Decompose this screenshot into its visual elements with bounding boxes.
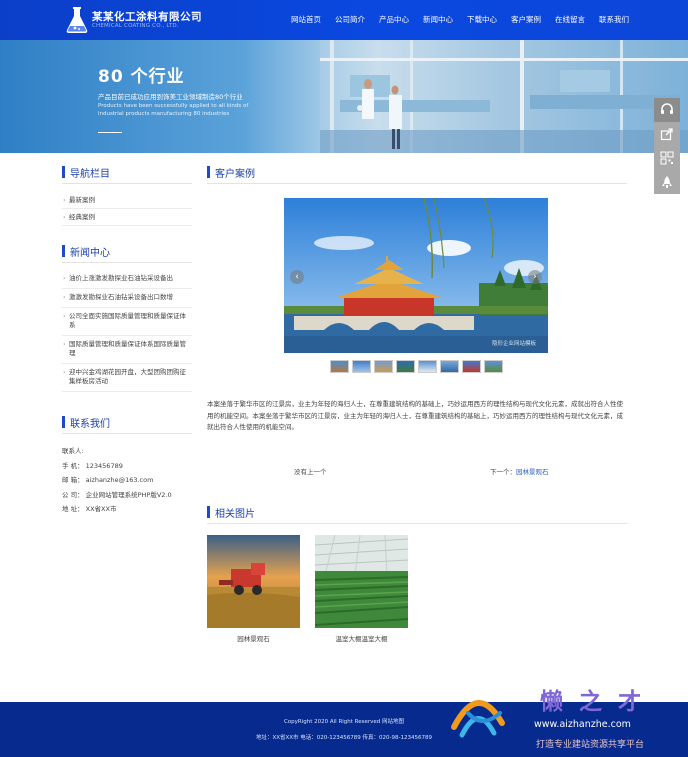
carousel-next-button[interactable]: ›	[528, 270, 542, 284]
share-tool[interactable]	[654, 122, 680, 146]
banner-subtitle: 产品目前已成功应用到饰美工业领域制造80个行业	[98, 93, 243, 101]
cases-section-title: 客户案例	[207, 165, 255, 180]
nav-news[interactable]: 新闻中心	[416, 0, 460, 40]
carousel-thumb[interactable]	[352, 360, 371, 373]
category-item-latest[interactable]: 最新案例	[62, 192, 192, 209]
related-image-greenhouse[interactable]	[315, 535, 408, 628]
prev-item: 没有上一个	[294, 468, 327, 476]
nav-about[interactable]: 公司简介	[328, 0, 372, 40]
next-link[interactable]: 园林景观石	[516, 468, 549, 476]
company-name[interactable]: 某某化工涂料有限公司	[92, 9, 202, 24]
main-nav: 网站首页 公司简介 产品中心 新闻中心 下载中心 客户案例 在线留言 联系我们	[284, 0, 636, 40]
divider	[62, 183, 192, 184]
news-list: 油价上涨激发勘探业石油钻采设备出 激激发勘探业石油钻采设备出口数增 公司全面实施…	[62, 270, 192, 392]
company-name-en: CHEMICAL COATING CO., LTD.	[92, 23, 179, 29]
nav-download[interactable]: 下载中心	[460, 0, 504, 40]
next-item: 下一个：园林景观石	[490, 466, 549, 476]
related-section-title: 相关图片	[207, 505, 255, 520]
watermark-brand: 懒之才	[540, 688, 657, 715]
related-caption[interactable]: 温室大棚温室大棚	[315, 633, 408, 643]
nav-message[interactable]: 在线留言	[548, 0, 592, 40]
hero-banner: 80 个行业 产品目前已成功应用到饰美工业领域制造80个行业 Products …	[0, 40, 688, 153]
banner-divider	[98, 132, 122, 133]
rocket-icon	[662, 176, 672, 188]
nav-cases[interactable]: 客户案例	[504, 0, 548, 40]
divider	[207, 183, 627, 184]
watermark-logo-icon	[451, 700, 505, 738]
title-accent	[62, 166, 65, 178]
lab-photo	[320, 40, 688, 153]
contact-company: 公 司： 企业网站管理系统PHP版V2.0	[62, 490, 172, 499]
related-image-harvester[interactable]	[207, 535, 300, 628]
carousel-prev-button[interactable]: ‹	[290, 270, 304, 284]
banner-title: 80 个行业	[98, 67, 185, 87]
carousel-watermark: 隐形企业网站模板	[492, 341, 537, 347]
carousel-thumb[interactable]	[330, 360, 349, 373]
nav-section-title: 导航栏目	[62, 165, 110, 180]
title-accent	[207, 506, 210, 518]
contact-person: 联系人:	[62, 447, 84, 455]
pavilion-photo	[284, 198, 548, 353]
harvester-photo	[207, 535, 300, 628]
contact-section-title: 联系我们	[62, 415, 110, 430]
news-item[interactable]: 激激发勘探业石油钻采设备出口数增	[62, 289, 192, 308]
news-item[interactable]: 公司全面实施国际质量管理和质量保证体系	[62, 308, 192, 336]
watermark-url: www.aizhanzhe.com	[534, 719, 631, 730]
news-item[interactable]: 油价上涨激发勘探业石油钻采设备出	[62, 270, 192, 289]
title-accent	[62, 245, 65, 257]
contact-address: 地 址： XX省XX市	[62, 505, 117, 513]
carousel-thumb[interactable]	[418, 360, 437, 373]
carousel-thumb[interactable]	[440, 360, 459, 373]
site-header: 某某化工涂料有限公司 CHEMICAL COATING CO., LTD. 网站…	[0, 0, 688, 40]
category-item-classic[interactable]: 经典案例	[62, 209, 192, 226]
back-to-top-tool[interactable]	[654, 170, 680, 194]
banner-subtitle-en: Products have been successfully applied …	[98, 103, 249, 117]
watermark-slogan: 打造专业建站资源共享平台	[536, 740, 645, 750]
title-accent	[62, 416, 65, 428]
qrcode-tool[interactable]	[654, 146, 680, 170]
service-tool[interactable]	[654, 98, 680, 122]
related-caption[interactable]: 园林景观石	[207, 633, 300, 643]
flask-logo-icon[interactable]	[64, 5, 90, 35]
nav-products[interactable]: 产品中心	[372, 0, 416, 40]
share-icon	[660, 128, 673, 141]
headset-icon	[661, 103, 673, 114]
carousel-thumb[interactable]	[374, 360, 393, 373]
news-item[interactable]: 国际质量管理和质量保证体系国际质量管理	[62, 336, 192, 364]
floating-toolbar	[654, 98, 680, 194]
carousel-thumb[interactable]	[462, 360, 481, 373]
news-section-title: 新闻中心	[62, 244, 110, 259]
carousel-thumbnails	[330, 360, 506, 373]
case-description: 本案坐落于繁华市区的江景房，业主为年轻的海归人士，在尊重建筑结构的基础上，巧妙运…	[207, 400, 623, 431]
category-list: 最新案例 经典案例	[62, 192, 192, 226]
carousel-thumb[interactable]	[396, 360, 415, 373]
case-carousel[interactable]	[284, 198, 548, 353]
nav-home[interactable]: 网站首页	[284, 0, 328, 40]
title-accent	[207, 166, 210, 178]
qrcode-icon	[660, 151, 674, 165]
greenhouse-photo	[315, 535, 408, 628]
next-label: 下一个：	[490, 468, 516, 476]
divider	[207, 523, 627, 524]
news-item[interactable]: 迎中兴金鸡湖花园开盘，大型团购团购征集样板房活动	[62, 364, 192, 392]
carousel-thumb[interactable]	[484, 360, 503, 373]
nav-contact[interactable]: 联系我们	[592, 0, 636, 40]
divider	[62, 262, 192, 263]
contact-phone: 手 机： 123456789	[62, 461, 123, 470]
divider	[62, 433, 192, 434]
contact-info: 联系人: 手 机： 123456789 邮 箱： aizhanzhe@163.c…	[62, 444, 192, 517]
contact-email: 邮 箱： aizhanzhe@163.com	[62, 476, 154, 484]
